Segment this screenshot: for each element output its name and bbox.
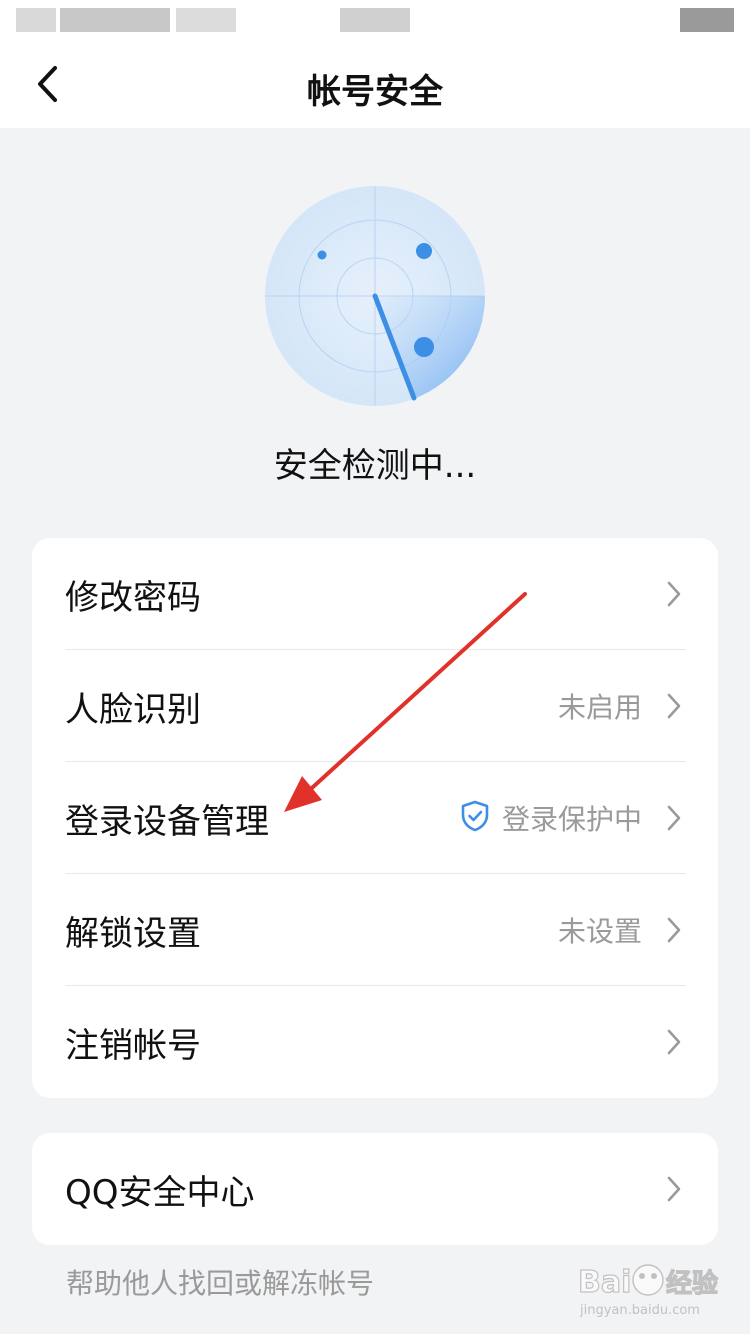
status-bar-blur <box>680 8 734 32</box>
help-others-link[interactable]: 帮助他人找回或解冻帐号 <box>66 1262 374 1302</box>
row-label: 修改密码 <box>65 578 201 618</box>
change-password-row[interactable]: 修改密码 <box>32 538 718 650</box>
shield-check-icon <box>461 800 489 832</box>
delete-account-row[interactable]: 注销帐号 <box>32 986 718 1098</box>
scan-status-text: 安全检测中... <box>273 446 477 486</box>
row-label: 人脸识别 <box>65 690 201 730</box>
svg-text:Bai: Bai <box>578 1265 631 1300</box>
status-bar <box>0 0 750 40</box>
nav-bar: 帐号安全 <box>0 40 750 128</box>
status-bar-blur <box>16 8 56 32</box>
svg-text:经验: 经验 <box>666 1268 718 1299</box>
row-label: 注销帐号 <box>65 1026 201 1066</box>
chevron-right-icon <box>667 1029 681 1055</box>
row-value: 未设置 <box>557 915 642 948</box>
settings-card: 修改密码 人脸识别 未启用 登录设备管理 登录保护中 解锁设置 未设置 注销帐号 <box>32 538 718 1098</box>
chevron-right-icon <box>667 693 681 719</box>
face-recognition-row[interactable]: 人脸识别 未启用 <box>32 650 718 762</box>
radar-scan-icon <box>265 186 485 406</box>
page-title: 帐号安全 <box>307 72 443 112</box>
status-bar-blur <box>60 8 170 32</box>
qq-security-center-row[interactable]: QQ安全中心 <box>32 1133 718 1245</box>
chevron-right-icon <box>667 1176 681 1202</box>
login-device-management-row[interactable]: 登录设备管理 登录保护中 <box>32 762 718 874</box>
baidu-watermark-logo: Bai 经验 jingyan.baidu.com <box>578 1264 719 1318</box>
row-label: 登录设备管理 <box>65 802 269 842</box>
qq-security-center-card: QQ安全中心 <box>32 1133 718 1245</box>
unlock-settings-row[interactable]: 解锁设置 未设置 <box>32 874 718 986</box>
row-label: 解锁设置 <box>65 914 201 954</box>
page: 帐号安全 安全检测中... 修改密码 人脸识别 未启用 登录设备管理 登录保护中… <box>0 0 750 1334</box>
chevron-right-icon <box>667 581 681 607</box>
chevron-right-icon <box>667 805 681 831</box>
status-bar-blur <box>176 8 236 32</box>
chevron-right-icon <box>667 917 681 943</box>
status-bar-blur <box>340 8 410 32</box>
row-label: QQ安全中心 <box>65 1173 255 1213</box>
row-value: 登录保护中 <box>501 803 642 836</box>
svg-text:jingyan.baidu.com: jingyan.baidu.com <box>579 1303 700 1318</box>
row-value: 未启用 <box>557 691 642 724</box>
